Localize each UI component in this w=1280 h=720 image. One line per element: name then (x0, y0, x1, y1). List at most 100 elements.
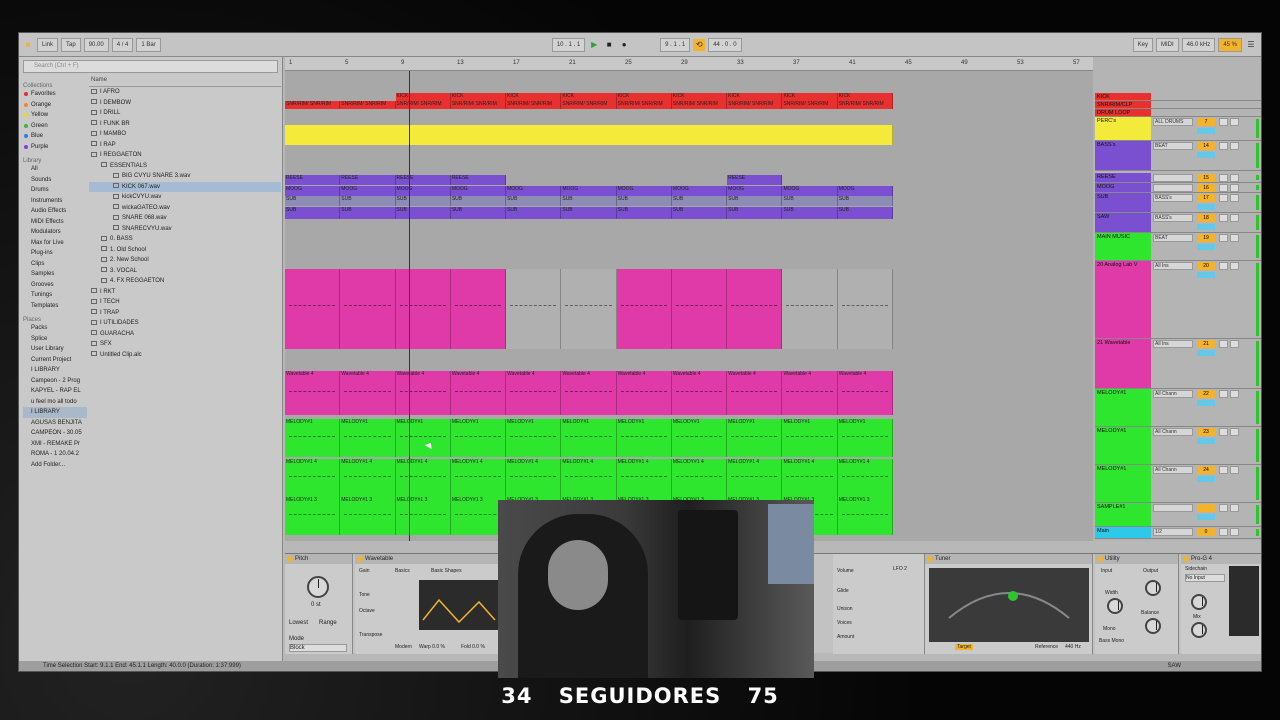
browser-sidebar-item[interactable]: MIDI Effects (23, 217, 87, 228)
track-activator[interactable]: 21 (1197, 340, 1215, 348)
browser-sidebar-item[interactable]: KAPYEL - RAP EL (23, 386, 87, 397)
browser-file-item[interactable]: wickaGATEO.wav (89, 203, 281, 214)
arrangement-clip[interactable] (285, 125, 893, 145)
browser-file-item[interactable]: I MAMBO (89, 129, 281, 140)
browser-search-input[interactable]: Search (Ctrl + F) (23, 60, 278, 73)
arm-button[interactable] (1230, 214, 1239, 222)
reference-value[interactable]: 440 Hz (1065, 644, 1081, 650)
arrangement-clip[interactable]: REESE (395, 175, 451, 185)
track-name[interactable]: BASS's (1095, 141, 1151, 170)
track-name[interactable]: MELODY#1 (1095, 465, 1151, 502)
arrangement-clip[interactable]: SUB (616, 196, 672, 206)
browser-sidebar-item[interactable]: Modulators (23, 227, 87, 238)
arrangement-clip[interactable]: MELODY#1 (561, 419, 617, 457)
browser-file-item[interactable]: I FUNK BR (89, 119, 281, 130)
arrangement-clip[interactable]: Wavetable 4 (561, 371, 617, 415)
arrangement-lane[interactable]: SUB SUB SUB SUB SUB SUB SUB SUB SUB SUB SUB (285, 196, 1093, 206)
arrangement-clip[interactable]: Wavetable 4 (506, 371, 562, 415)
browser-sidebar-item[interactable]: I LIBRARY (23, 407, 87, 418)
track-name[interactable]: DRUM LOOP (1095, 109, 1151, 116)
solo-button[interactable] (1219, 528, 1228, 536)
browser-file-item[interactable]: Untitled Clip.alc (89, 350, 281, 361)
arrangement-clip[interactable] (616, 269, 672, 349)
arrangement-clip[interactable]: SUB (782, 207, 838, 219)
browser-file-item[interactable]: BIG CVYU SNARE 3.wav (89, 171, 281, 182)
arrangement-clip[interactable]: Wavetable 4 (782, 371, 838, 415)
arm-button[interactable] (1230, 234, 1239, 242)
arm-button[interactable] (1230, 390, 1239, 398)
track-activator[interactable]: 24 (1197, 466, 1215, 474)
browser-file-item[interactable]: kickCVYU.wav (89, 192, 281, 203)
arrangement-clip[interactable]: MELODY#1 4 (506, 459, 562, 497)
arrangement-clip[interactable]: MELODY#1 3 (837, 497, 893, 535)
arrangement-clip[interactable]: MELODY#1 4 (671, 459, 728, 497)
track-name[interactable]: Main (1095, 527, 1151, 538)
arm-button[interactable] (1230, 262, 1239, 270)
arrangement-lane[interactable]: MELODY#1 4 MELODY#1 4 MELODY#1 4 MELODY#1 4… (285, 459, 1093, 497)
track-name[interactable]: 20 Analog Lab V (1095, 261, 1151, 338)
track-header[interactable]: MOOG 16 (1095, 183, 1261, 193)
track-header[interactable]: Main 1/2 0 (1095, 527, 1261, 539)
browser-file-item[interactable]: I DRILL (89, 108, 281, 119)
volume-field[interactable] (1197, 350, 1215, 356)
track-name[interactable]: SAMPLE#1 (1095, 503, 1151, 526)
arrangement-clip[interactable] (506, 269, 562, 349)
track-header[interactable]: BASS's BEAT 14 (1095, 141, 1261, 171)
wavetable-device[interactable]: Wavetable Gain Tone Octave Transpose Bas… (355, 554, 515, 654)
browser-file-item[interactable]: SNARECVYU.wav (89, 224, 281, 235)
track-activator[interactable]: 22 (1197, 390, 1215, 398)
arrangement-clip[interactable]: MELODY#1 (671, 419, 728, 457)
target-button[interactable]: Target (955, 644, 973, 650)
track-header[interactable]: MAIN MUSIC BEAT 19 (1095, 233, 1261, 261)
browser-sidebar-item[interactable]: Green (23, 121, 87, 132)
browser-file-item[interactable]: ESSENTIALS (89, 161, 281, 172)
arrangement-clip[interactable]: SNR/RIM/ SNR/RIM (561, 101, 617, 109)
signature-field[interactable]: 4 / 4 (111, 37, 134, 52)
track-name[interactable]: MELODY#1 (1095, 427, 1151, 464)
track-routing-select[interactable] (1153, 174, 1193, 182)
arm-button[interactable] (1230, 184, 1239, 192)
key-map-button[interactable]: Key (1132, 37, 1153, 52)
track-header[interactable]: SNR/RIM/CLP (1095, 101, 1261, 109)
browser-sidebar-item[interactable]: AGUSAS BENJITA (23, 418, 87, 429)
arrangement-clip[interactable]: SUB (285, 196, 341, 206)
arrangement-clip[interactable] (340, 269, 396, 349)
tempo-field[interactable]: 90.00 (83, 37, 109, 52)
solo-button[interactable] (1219, 184, 1228, 192)
arrangement-clip[interactable]: Wavetable 4 (450, 371, 507, 415)
arrangement-clip[interactable]: REESE (727, 175, 783, 185)
arrangement-clip[interactable] (395, 269, 451, 349)
browser-sidebar-item[interactable]: Instruments (23, 196, 87, 207)
volume-field[interactable] (1197, 204, 1215, 210)
arrangement-clip[interactable]: MELODY#1 (727, 419, 783, 457)
track-header[interactable]: MELODY#1 All Chann 23 (1095, 427, 1261, 465)
solo-button[interactable] (1219, 340, 1228, 348)
arrangement-clip[interactable]: KICK (395, 93, 451, 101)
arrangement-clip[interactable]: MELODY#1 3 (285, 497, 341, 535)
arrangement-clip[interactable]: KICK (727, 93, 783, 101)
volume-field[interactable] (1197, 272, 1215, 278)
utility-device[interactable]: Utility Input Output Width Balance Mono … (1095, 554, 1179, 654)
position-field[interactable]: 10 . 1 . 1 (551, 37, 586, 52)
arrangement-clip[interactable]: MOOG (782, 186, 838, 196)
stop-icon[interactable]: ■ (603, 39, 615, 51)
arrangement-clip[interactable]: SUB (616, 207, 672, 219)
arm-button[interactable] (1230, 340, 1239, 348)
arrangement-clip[interactable]: SUB (340, 207, 396, 219)
track-routing-select[interactable]: All Ins (1153, 262, 1193, 270)
browser-sidebar-item[interactable]: Drums (23, 185, 87, 196)
browser-sidebar-item[interactable]: Blue (23, 131, 87, 142)
bass-mono-button[interactable]: Bass Mono (1099, 638, 1124, 644)
arrangement-clip[interactable]: MELODY#1 3 (340, 497, 396, 535)
arrangement-clip[interactable]: SUB (340, 196, 396, 206)
browser-sidebar-item[interactable]: Campeon - 2 Prog (23, 376, 87, 387)
loop-icon[interactable]: ⟲ (693, 38, 706, 51)
midi-map-button[interactable]: MIDI (1155, 37, 1179, 52)
arrangement-clip[interactable]: MELODY#1 4 (340, 459, 396, 497)
play-icon[interactable]: ▶ (588, 39, 600, 51)
arrangement-clip[interactable]: MOOG (561, 186, 617, 196)
arrangement-clip[interactable]: SUB (285, 207, 341, 219)
track-header[interactable]: 21 Wavetable All Ins 21 (1095, 339, 1261, 389)
arm-button[interactable] (1230, 504, 1239, 512)
solo-button[interactable] (1219, 194, 1228, 202)
